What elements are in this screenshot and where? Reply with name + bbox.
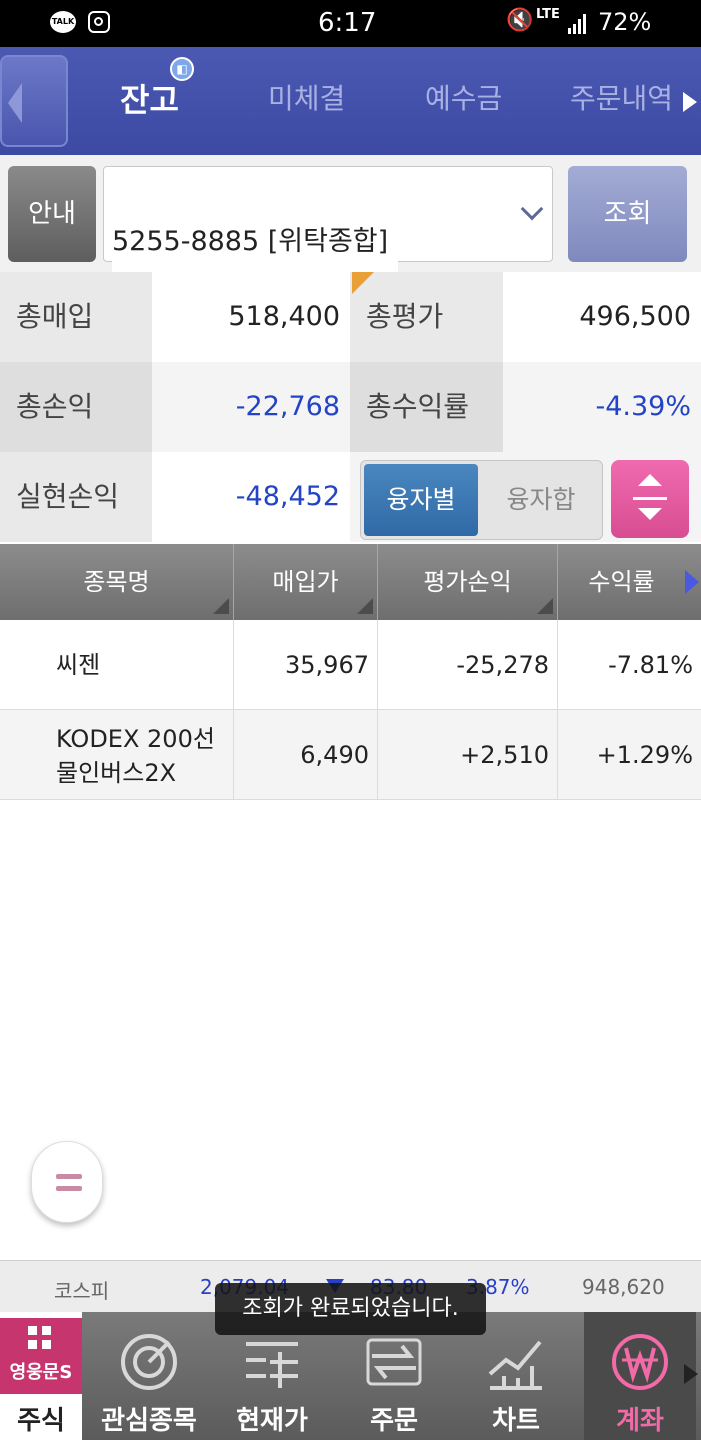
signal-icon (568, 12, 590, 34)
floating-menu-button[interactable] (31, 1141, 103, 1223)
header-label: 평가손익 (423, 568, 512, 596)
arrow-down-icon (638, 508, 662, 520)
loan-toggle: 융자별 융자합 (360, 460, 603, 540)
header-stock-name[interactable]: 종목명 (0, 544, 234, 620)
buy-price: 35,967 (234, 620, 378, 710)
stock-name: KODEX 200선 물인버스2X (0, 710, 234, 800)
tab-deposit[interactable]: 예수금 (425, 77, 502, 117)
nav-stock[interactable]: 영웅문S 주식 (0, 1312, 82, 1440)
realized-pl-value: -48,452 (152, 452, 350, 542)
total-buy-label: 총매입 (0, 272, 152, 362)
stock-name: 씨젠 (0, 620, 234, 710)
nav-label: 계좌 (616, 1406, 664, 1436)
won-currency-icon (612, 1334, 668, 1390)
tab-balance[interactable]: 잔고 (120, 75, 179, 121)
realized-pl-label: 실현손익 (0, 452, 152, 542)
menu-line-icon (56, 1186, 82, 1191)
return-rate: -7.81% (608, 651, 693, 679)
toast-message: 조회가 완료되었습니다. (215, 1283, 486, 1335)
total-buy-value: 518,400 (152, 272, 350, 362)
order-swap-icon (366, 1338, 422, 1386)
kakaotalk-icon: TALK (50, 11, 76, 33)
eval-pl: +2,510 (378, 710, 558, 800)
expand-collapse-button[interactable] (611, 460, 689, 538)
sort-corner-icon (537, 598, 553, 614)
app-root: TALK 6:17 🔇 LTE 72% 잔고 ◧ 미체결 예수금 주문내역 안내… (0, 0, 701, 1440)
sort-corner-icon (357, 598, 373, 614)
network-label: LTE (536, 7, 560, 22)
tab-more-arrow-icon[interactable] (683, 92, 697, 112)
account-select[interactable]: 5255-8885 [위탁종합] (103, 166, 553, 287)
return-rate: +1.29% (596, 741, 693, 769)
header-label: 종목명 (83, 568, 150, 596)
header-buy-price[interactable]: 매입가 (234, 544, 378, 620)
loan-by-item-toggle[interactable]: 융자별 (364, 464, 478, 536)
table-row[interactable]: KODEX 200선 물인버스2X 6,490 +2,510 +1.29% (0, 710, 701, 800)
table-header: 종목명 매입가 평가손익 수익률 (0, 544, 701, 620)
nav-label: 차트 (492, 1406, 540, 1436)
nav-label: 주식 (17, 1406, 65, 1436)
eval-pl: -25,278 (378, 620, 558, 710)
loan-sum-toggle[interactable]: 융자합 (483, 464, 599, 536)
nav-more-arrow-icon[interactable] (684, 1364, 698, 1384)
back-button[interactable] (0, 55, 68, 147)
watchlist-icon (121, 1334, 177, 1390)
ticker-index-name: 코스피 (54, 1279, 110, 1303)
battery-level: 72% (598, 8, 652, 36)
mute-icon: 🔇 (506, 8, 534, 33)
header-label: 수익률 (588, 568, 655, 596)
menu-line-icon (56, 1174, 82, 1179)
table-row[interactable]: 씨젠 35,967 -25,278 -7.81% (0, 620, 701, 710)
account-row: 안내 5255-8885 [위탁종합] 조회 (0, 155, 701, 287)
tab-order-history[interactable]: 주문내역 (570, 77, 673, 117)
chart-icon (488, 1340, 542, 1390)
status-time: 6:17 (318, 8, 377, 38)
header-label: 매입가 (272, 568, 339, 596)
status-bar: TALK 6:17 🔇 LTE 72% (0, 0, 701, 47)
divider-line (633, 497, 667, 500)
total-eval-value: 496,500 (503, 272, 701, 362)
app-logo: 영웅문S (0, 1318, 82, 1394)
ticker-volume: 948,620 (582, 1275, 665, 1299)
arrow-up-icon (638, 474, 662, 486)
header-return-rate[interactable]: 수익률 (558, 544, 701, 620)
nav-account[interactable]: 계좌 (584, 1312, 696, 1440)
current-price-icon (246, 1342, 298, 1388)
total-return-value: -4.39% (503, 362, 701, 452)
nav-watchlist[interactable]: 관심종목 (96, 1312, 202, 1440)
info-button[interactable]: 안내 (8, 166, 96, 262)
tab-bar: 잔고 ◧ 미체결 예수금 주문내역 (0, 47, 701, 155)
sort-corner-icon (213, 598, 229, 614)
grid-icon (28, 1326, 52, 1350)
total-return-label: 총수익률 (350, 362, 503, 452)
nav-label: 주문 (370, 1406, 418, 1436)
instagram-icon (88, 11, 110, 33)
nav-label: 현재가 (236, 1406, 308, 1436)
header-eval-pl[interactable]: 평가손익 (378, 544, 558, 620)
next-column-arrow-icon[interactable] (685, 570, 699, 594)
query-button[interactable]: 조회 (568, 166, 687, 262)
nav-label: 관심종목 (101, 1406, 197, 1436)
logo-text: 영웅문S (9, 1362, 73, 1383)
info-badge-icon: ◧ (170, 57, 194, 81)
total-pl-value: -22,768 (152, 362, 350, 452)
total-pl-label: 총손익 (0, 362, 152, 452)
summary-grid: 총매입 518,400 총평가 496,500 총손익 -22,768 총수익률… (0, 272, 701, 544)
buy-price: 6,490 (234, 710, 378, 800)
tab-unfilled[interactable]: 미체결 (268, 77, 345, 117)
corner-marker (352, 272, 374, 294)
chevron-down-icon (520, 197, 544, 221)
